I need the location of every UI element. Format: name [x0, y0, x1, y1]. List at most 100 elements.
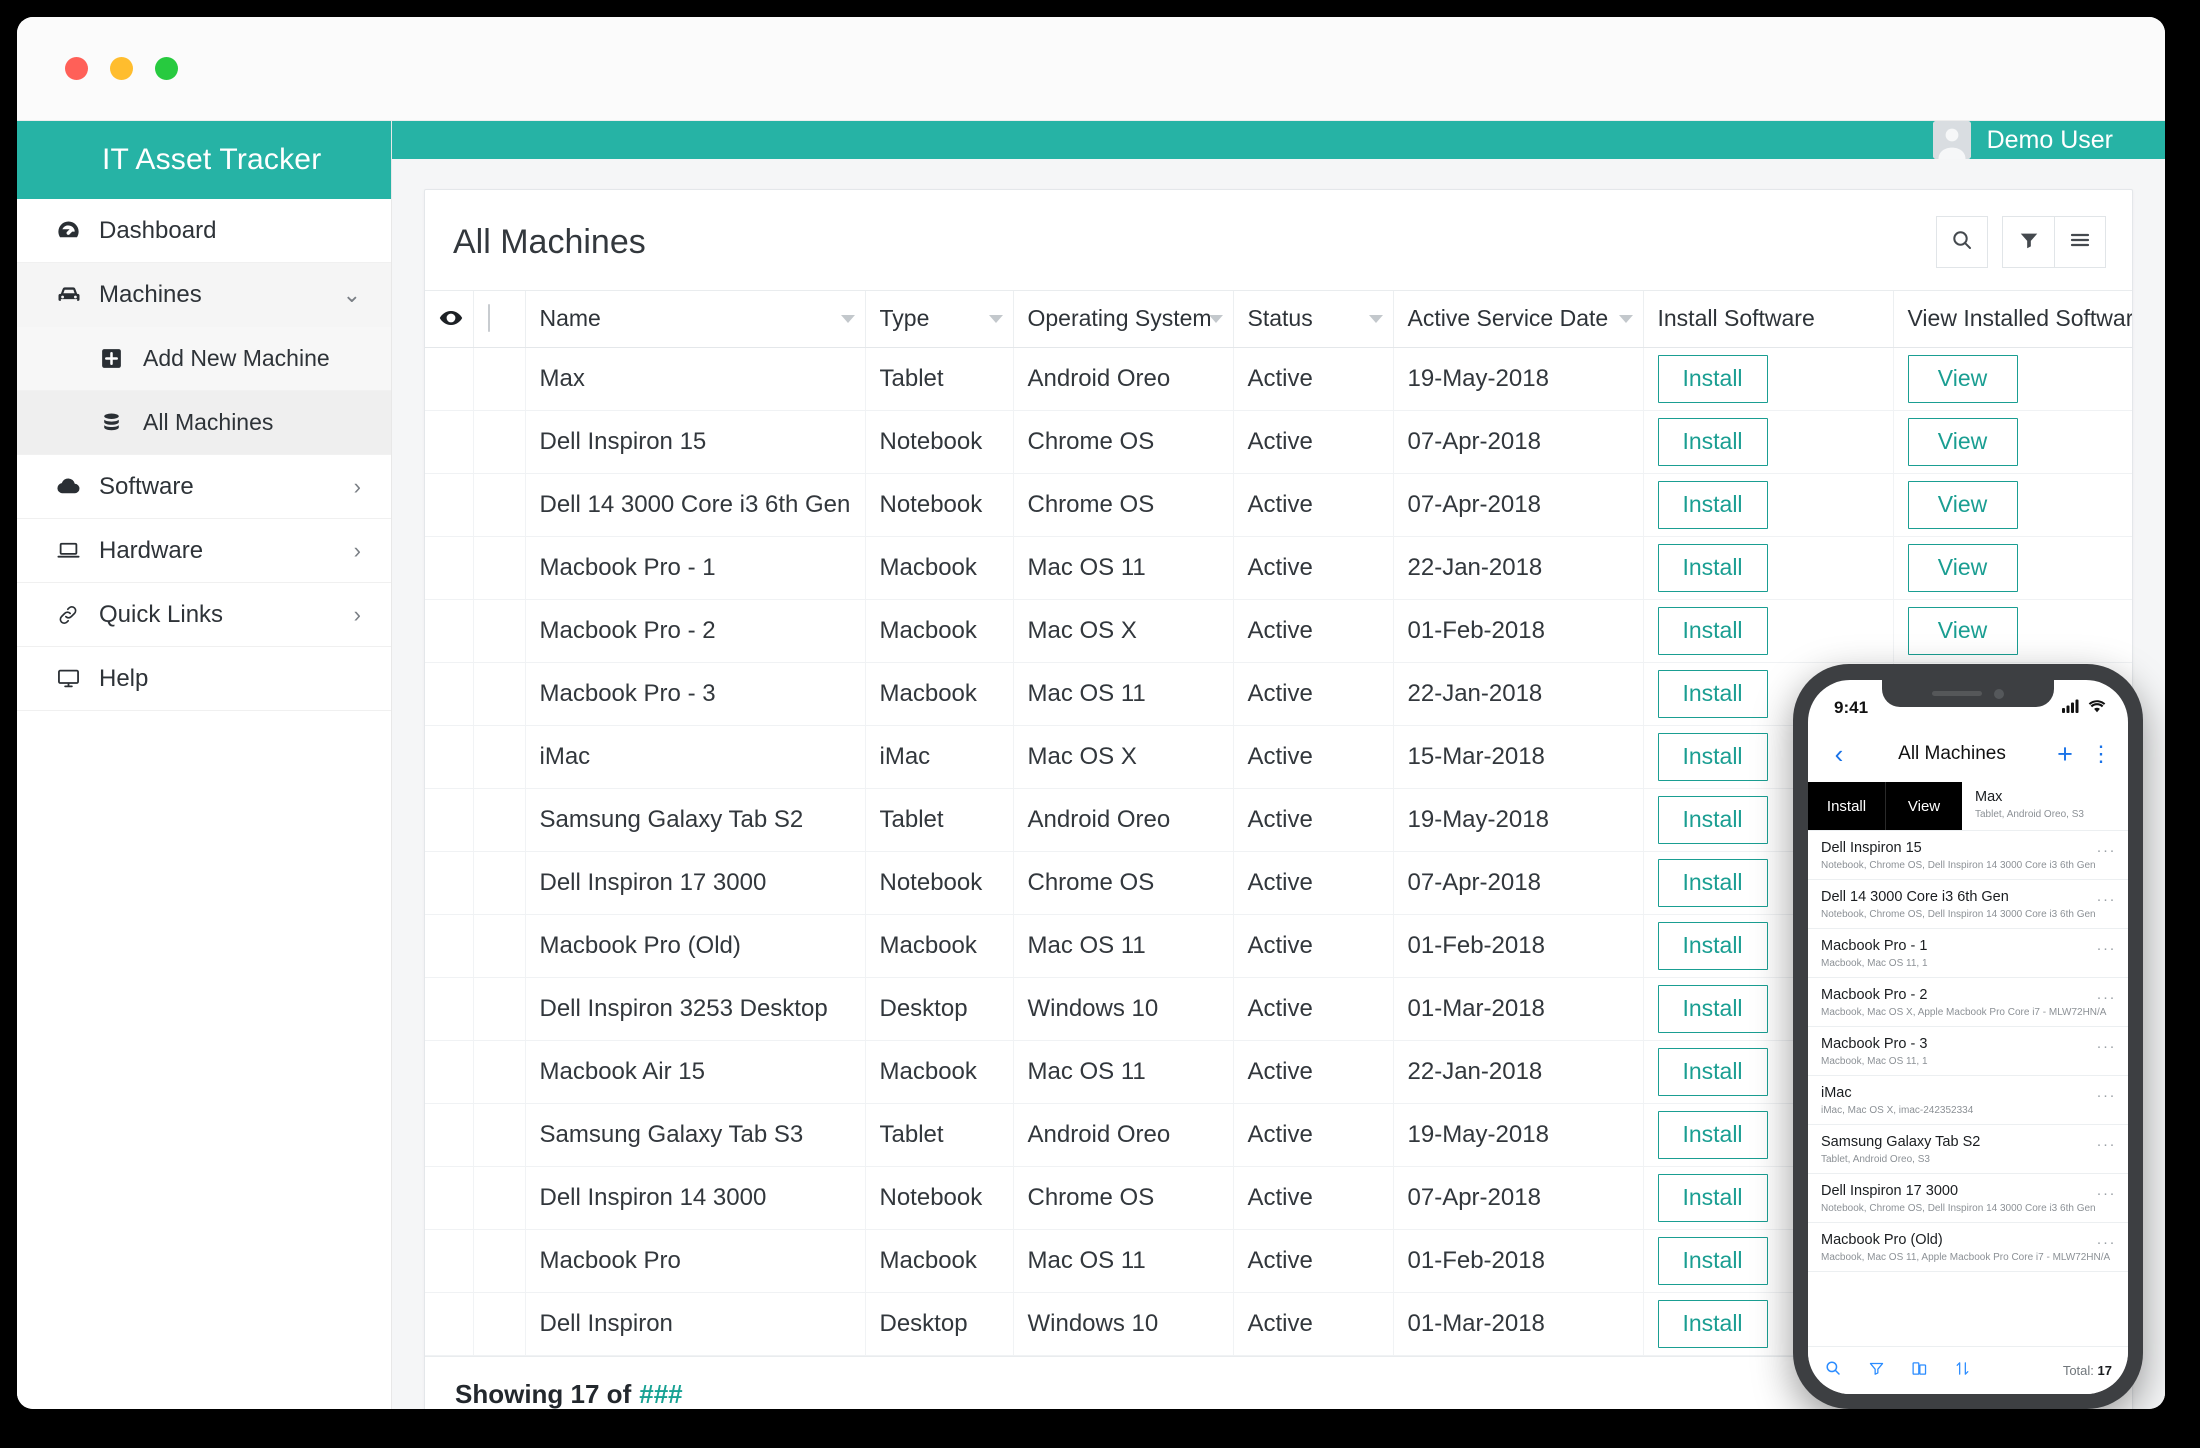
install-button[interactable]: Install — [1657, 1236, 1768, 1285]
phone-list-item[interactable]: Dell Inspiron 17 3000 Notebook, Chrome OS… — [1808, 1174, 2128, 1223]
install-button[interactable]: Install — [1657, 795, 1768, 844]
sidebar-item-help[interactable]: Help — [17, 647, 391, 711]
phone-list-item[interactable]: Macbook Pro - 1 Macbook, Mac OS 11, 1 ··· — [1808, 929, 2128, 978]
install-button[interactable]: Install — [1657, 921, 1768, 970]
sort-caret-icon[interactable] — [1368, 314, 1383, 323]
phone-item-more-icon[interactable]: ··· — [2097, 842, 2117, 859]
table-row[interactable]: Max Tablet Android Oreo Active 19-May-2018 In… — [425, 347, 2132, 411]
sidebar-item-quick-links[interactable]: Quick Links › — [17, 583, 391, 647]
phone-list-item[interactable]: iMac iMac, Mac OS X, imac-242352334 ··· — [1808, 1076, 2128, 1125]
phone-notch — [1882, 680, 2054, 707]
phone-install-action[interactable]: Install — [1808, 782, 1885, 830]
cell-status: Active — [1233, 410, 1394, 474]
phone-item-more-icon[interactable]: ··· — [2097, 1185, 2117, 1202]
phone-item-title: Dell Inspiron 17 3000 — [1821, 1183, 1959, 1199]
install-button[interactable]: Install — [1657, 543, 1768, 592]
cell-type: iMac — [865, 725, 1014, 789]
sort-caret-icon[interactable] — [988, 314, 1003, 323]
sidebar-item-all-machines[interactable]: All Machines — [17, 391, 391, 455]
phone-view-action[interactable]: View — [1885, 782, 1962, 830]
table-row[interactable]: Dell 14 3000 Core i3 6th Gen Notebook Chro… — [425, 473, 2132, 537]
phone-item-more-icon[interactable]: ··· — [2097, 940, 2117, 957]
swiped-item-content[interactable]: Max Tablet, Android Oreo, S3 — [1962, 782, 2128, 830]
view-button[interactable]: View — [1907, 354, 2018, 403]
phone-list-item[interactable]: Macbook Pro (Old) Macbook, Mac OS 11, App… — [1808, 1223, 2128, 1272]
install-button[interactable]: Install — [1657, 1047, 1768, 1096]
install-button[interactable]: Install — [1657, 354, 1768, 403]
phone-list-item[interactable]: Dell 14 3000 Core i3 6th Gen Notebook, Ch… — [1808, 880, 2128, 929]
phone-item-more-icon[interactable]: ··· — [2097, 989, 2117, 1006]
phone-list-item[interactable]: Dell Inspiron 15 Notebook, Chrome OS, Del… — [1808, 831, 2128, 880]
phone-copy-button[interactable] — [1911, 1360, 1928, 1382]
sidebar-item-software[interactable]: Software › — [17, 455, 391, 519]
table-row[interactable]: Dell Inspiron 15 Notebook Chrome OS Active 0… — [425, 410, 2132, 474]
column-header-type[interactable]: Type — [865, 291, 1014, 348]
phone-item-more-icon[interactable]: ··· — [2097, 891, 2117, 908]
maximize-window-button[interactable] — [155, 57, 178, 80]
install-button[interactable]: Install — [1657, 858, 1768, 907]
user-menu[interactable]: Demo User — [1932, 121, 2113, 159]
chevron-down-icon: ⌄ — [342, 282, 361, 307]
sidebar-item-hardware[interactable]: Hardware › — [17, 519, 391, 583]
install-button[interactable]: Install — [1657, 732, 1768, 781]
column-header-select-all[interactable] — [473, 291, 526, 348]
phone-filter-button[interactable] — [1868, 1360, 1885, 1382]
install-button[interactable]: Install — [1657, 984, 1768, 1033]
cell-name: Dell Inspiron 14 3000 — [525, 1166, 866, 1230]
cell-name: Dell Inspiron 17 3000 — [525, 851, 866, 915]
sort-caret-icon[interactable] — [840, 314, 855, 323]
phone-sort-button[interactable] — [1954, 1360, 1971, 1382]
phone-search-button[interactable] — [1824, 1359, 1842, 1382]
sidebar-item-label: Quick Links — [99, 600, 224, 628]
install-button[interactable]: Install — [1657, 480, 1768, 529]
row-visibility-cell — [425, 977, 474, 1041]
phone-list-item[interactable]: Macbook Pro - 2 Macbook, Mac OS X, Apple … — [1808, 978, 2128, 1027]
search-button[interactable] — [1936, 216, 1988, 268]
install-button[interactable]: Install — [1657, 1299, 1768, 1348]
minimize-window-button[interactable] — [110, 57, 133, 80]
phone-item-more-icon[interactable]: ··· — [2097, 1136, 2117, 1153]
install-button[interactable]: Install — [1657, 1173, 1768, 1222]
table-row[interactable]: Macbook Pro - 2 Macbook Mac OS X Active 01-F… — [425, 599, 2132, 663]
sidebar-item-add-new-machine[interactable]: Add New Machine — [17, 327, 391, 391]
phone-item-more-icon[interactable]: ··· — [2097, 1234, 2117, 1251]
column-header-status[interactable]: Status — [1233, 291, 1394, 348]
install-button[interactable]: Install — [1657, 669, 1768, 718]
more-options-icon[interactable]: ⋮ — [2090, 741, 2112, 767]
menu-button[interactable] — [2054, 216, 2106, 268]
cell-operating-system: Mac OS 11 — [1013, 662, 1234, 726]
column-header-visibility[interactable] — [425, 291, 474, 348]
filter-button[interactable] — [2002, 216, 2054, 268]
sort-caret-icon[interactable] — [1618, 314, 1633, 323]
cell-active-service-date: 22-Jan-2018 — [1393, 662, 1644, 726]
cell-active-service-date: 01-Feb-2018 — [1393, 914, 1644, 978]
close-window-button[interactable] — [65, 57, 88, 80]
view-button[interactable]: View — [1907, 417, 2018, 466]
row-visibility-cell — [425, 1166, 474, 1230]
phone-item-more-icon[interactable]: ··· — [2097, 1087, 2117, 1104]
view-button[interactable]: View — [1907, 480, 2018, 529]
install-button[interactable]: Install — [1657, 1110, 1768, 1159]
column-header-active-service-date[interactable]: Active Service Date — [1393, 291, 1644, 348]
row-select-cell — [473, 851, 526, 915]
view-button[interactable]: View — [1907, 543, 2018, 592]
cell-status: Active — [1233, 725, 1394, 789]
view-button[interactable]: View — [1907, 606, 2018, 655]
phone-item-title: iMac — [1821, 1085, 1852, 1101]
column-header-name[interactable]: Name — [525, 291, 866, 348]
phone-list-item[interactable]: Macbook Pro - 3 Macbook, Mac OS 11, 1 ··· — [1808, 1027, 2128, 1076]
sort-caret-icon[interactable] — [1208, 314, 1223, 323]
column-header-operating-system[interactable]: Operating System — [1013, 291, 1234, 348]
sidebar-item-machines[interactable]: Machines ⌄ — [17, 263, 391, 327]
install-button[interactable]: Install — [1657, 606, 1768, 655]
table-row[interactable]: Macbook Pro - 1 Macbook Mac OS 11 Active 22-… — [425, 536, 2132, 600]
phone-list-item[interactable]: Samsung Galaxy Tab S2 Tablet, Android Ore… — [1808, 1125, 2128, 1174]
card-actions — [1936, 216, 2106, 268]
column-label: Active Service Date — [1407, 305, 1609, 332]
sidebar-item-dashboard[interactable]: Dashboard — [17, 199, 391, 263]
install-button[interactable]: Install — [1657, 417, 1768, 466]
back-icon[interactable]: ‹ — [1824, 739, 1854, 770]
select-all-checkbox[interactable] — [487, 304, 490, 333]
phone-item-more-icon[interactable]: ··· — [2097, 1038, 2117, 1055]
add-icon[interactable]: + — [2050, 740, 2080, 768]
